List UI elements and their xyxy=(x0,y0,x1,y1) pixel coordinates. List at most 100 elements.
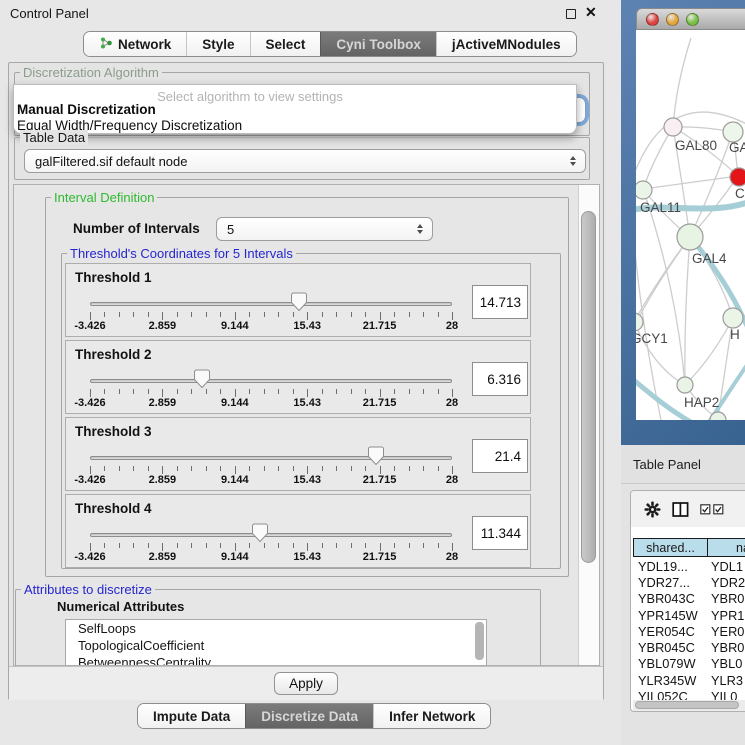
network-node-ga[interactable] xyxy=(723,122,743,142)
control-panel-titlebar: Control Panel ✕ xyxy=(0,0,620,27)
network-node-hap2[interactable] xyxy=(677,377,693,393)
threshold-value-field[interactable]: 11.344 xyxy=(472,516,528,550)
table-hscrollbar-track[interactable] xyxy=(633,700,745,711)
mac-minimize-icon[interactable] xyxy=(666,13,679,26)
threshold-value-field[interactable]: 21.4 xyxy=(472,439,528,473)
slider-tick xyxy=(104,543,105,548)
number-of-intervals-combobox[interactable]: 5 xyxy=(216,217,433,241)
tab-label: Select xyxy=(266,37,306,52)
slider-thumb[interactable] xyxy=(251,523,269,543)
slider-tick xyxy=(133,466,134,471)
slider-track[interactable] xyxy=(90,456,452,460)
table-data-combobox[interactable]: galFiltered.sif default node xyxy=(24,149,586,173)
numerical-attributes-list[interactable]: SelfLoopsTopologicalCoefficientBetweenne… xyxy=(65,619,487,666)
table-row[interactable]: YBR045CYBR0 xyxy=(633,639,745,655)
table-hscrollbar-thumb[interactable] xyxy=(635,701,739,709)
table-row[interactable]: YBL079WYBL0 xyxy=(633,656,745,672)
slider-tick xyxy=(90,543,91,551)
network-edge[interactable] xyxy=(636,237,690,322)
slider-track[interactable] xyxy=(90,379,452,383)
slider-thumb[interactable] xyxy=(290,292,308,312)
threshold-label: Threshold 1 xyxy=(75,270,152,285)
slider-tick xyxy=(104,466,105,471)
table-row[interactable]: YLR345WYLR3 xyxy=(633,672,745,688)
tab-discretize-data[interactable]: Discretize Data xyxy=(245,704,373,728)
apply-button[interactable]: Apply xyxy=(274,672,338,695)
threshold-value-field[interactable]: 14.713 xyxy=(472,285,528,319)
network-edge[interactable] xyxy=(685,318,733,385)
slider-tick xyxy=(452,466,453,474)
table-row[interactable]: YER054CYER0 xyxy=(633,623,745,639)
slider-tick xyxy=(423,466,424,471)
threshold-label: Threshold 4 xyxy=(75,501,152,516)
network-edge[interactable] xyxy=(643,176,738,189)
tab-infer-network[interactable]: Infer Network xyxy=(373,704,490,728)
close-icon[interactable]: ✕ xyxy=(585,4,597,21)
checkbox-icon[interactable] xyxy=(700,504,711,515)
network-node-gal4[interactable] xyxy=(677,224,703,250)
slider-tick-label: 9.144 xyxy=(221,320,249,332)
network-node-c[interactable] xyxy=(730,168,745,186)
slider-tick-label: -3.426 xyxy=(74,474,105,486)
table-row[interactable]: YIL052CYIL0 xyxy=(633,688,745,700)
mac-zoom-icon[interactable] xyxy=(686,13,699,26)
mac-close-icon[interactable] xyxy=(646,13,659,26)
column-header-name[interactable]: na xyxy=(708,539,745,556)
network-edge[interactable] xyxy=(643,127,673,189)
network-edge[interactable] xyxy=(685,237,690,385)
table-panel-titlebar: Table Panel xyxy=(621,445,745,484)
tab-style[interactable]: Style xyxy=(186,32,249,56)
table-cell: YDL19... xyxy=(633,559,707,574)
slider-tick xyxy=(148,466,149,471)
table-row[interactable]: YDR27...YDR2 xyxy=(633,574,745,590)
list-scrollbar-thumb[interactable] xyxy=(475,622,484,660)
slider-tick xyxy=(380,466,381,474)
column-header-shared-name[interactable]: shared... xyxy=(634,539,708,556)
slider-tick xyxy=(264,389,265,394)
network-canvas[interactable]: GAL80GACGAL11GAL4GCY1HHAP2 xyxy=(636,30,745,420)
table-row[interactable]: YBR043CYBR0 xyxy=(633,591,745,607)
table-row[interactable]: YPR145WYPR1 xyxy=(633,607,745,623)
slider-thumb[interactable] xyxy=(193,369,211,389)
slider-tick xyxy=(351,389,352,394)
algorithm-option[interactable]: Manual Discretization xyxy=(17,102,156,117)
tab-cyni-toolbox[interactable]: Cyni Toolbox xyxy=(320,32,436,56)
network-node-gcy1[interactable] xyxy=(636,313,643,331)
slider-thumb[interactable] xyxy=(367,446,385,466)
network-edge[interactable] xyxy=(690,237,733,318)
slider-tick-label: 21.715 xyxy=(363,320,397,332)
table-cell: YBR043C xyxy=(633,591,707,606)
tab-impute-data[interactable]: Impute Data xyxy=(138,704,245,728)
attribute-list-item[interactable]: BetweennessCentrality xyxy=(66,654,486,666)
attribute-list-item[interactable]: TopologicalCoefficient xyxy=(66,637,486,654)
split-columns-icon[interactable] xyxy=(672,501,689,518)
network-node-gal80[interactable] xyxy=(664,118,682,136)
panel-scrollbar-thumb[interactable] xyxy=(581,211,596,563)
threshold-value-field[interactable]: 6.316 xyxy=(472,362,528,396)
slider-tick xyxy=(351,312,352,317)
tab-label: Style xyxy=(202,37,234,52)
spinner-arrows-icon[interactable] xyxy=(570,156,576,166)
network-node[interactable] xyxy=(710,412,726,420)
table-cell: YIL0 xyxy=(707,689,737,700)
tab-jactivemnodules[interactable]: jActiveMNodules xyxy=(436,32,576,56)
gear-icon[interactable] xyxy=(644,501,661,518)
tab-network[interactable]: Network xyxy=(84,32,186,56)
threshold-panel: Threshold 4-3.4262.8599.14415.4321.71528… xyxy=(65,494,531,568)
network-node-h[interactable] xyxy=(723,308,743,328)
network-node-label: H xyxy=(730,327,740,342)
spinner-arrows-icon[interactable] xyxy=(417,224,423,234)
slider-tick xyxy=(351,466,352,471)
network-node-gal11[interactable] xyxy=(636,181,652,199)
float-window-icon[interactable] xyxy=(566,9,576,19)
tab-select[interactable]: Select xyxy=(250,32,321,56)
checkbox-icon[interactable] xyxy=(713,504,724,515)
threshold-label: Threshold 2 xyxy=(75,347,152,362)
slider-track[interactable] xyxy=(90,302,452,306)
table-rows: YDL19...YDL1YDR27...YDR2YBR043CYBR0YPR14… xyxy=(633,558,745,700)
table-row[interactable]: YDL19...YDL1 xyxy=(633,558,745,574)
slider-tick xyxy=(119,312,120,317)
slider-track[interactable] xyxy=(90,533,452,537)
attribute-list-item[interactable]: SelfLoops xyxy=(66,620,486,637)
top-tab-bar: Network Style Select Cyni ToolboxjActiveMNo… xyxy=(83,31,577,57)
